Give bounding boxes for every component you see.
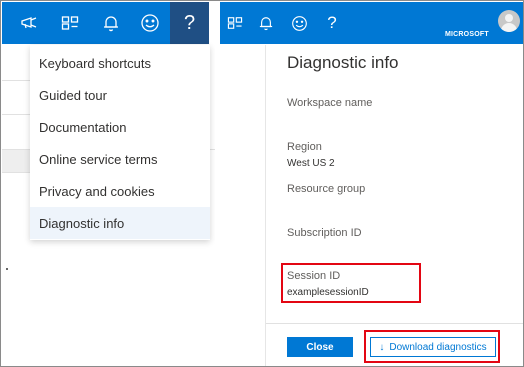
help-dropdown-menu: Keyboard shortcuts Guided tour Documenta… [30, 45, 210, 240]
avatar-head [505, 14, 513, 22]
menu-item-privacy-and-cookies[interactable]: Privacy and cookies [30, 175, 210, 207]
close-button[interactable]: Close [287, 337, 353, 357]
menu-item-online-service-terms[interactable]: Online service terms [30, 143, 210, 175]
download-diagnostics-button[interactable]: ↓ Download diagnostics [370, 337, 496, 357]
help-glyph: ? [183, 11, 196, 34]
cloud-shell-icon[interactable] [55, 2, 85, 44]
session-id-label: Session ID [287, 270, 341, 282]
menu-item-label: Documentation [39, 119, 127, 135]
feedback-smiley-icon[interactable] [286, 2, 312, 44]
menu-item-label: Privacy and cookies [39, 183, 155, 199]
workspace-name-label: Workspace name [287, 97, 373, 109]
menu-item-documentation[interactable]: Documentation [30, 111, 210, 143]
help-glyph: ? [327, 13, 337, 32]
menu-item-label: Guided tour [39, 87, 107, 103]
region-label: Region [287, 141, 322, 153]
menu-item-diagnostic-info[interactable]: Diagnostic info [30, 207, 210, 239]
feedback-smiley-icon[interactable] [133, 2, 167, 44]
help-icon[interactable]: ? [170, 2, 209, 44]
download-button-label: Download diagnostics [389, 341, 487, 353]
diagnostic-info-pane: Diagnostic info Workspace name Region We… [265, 45, 523, 366]
background-marker [6, 268, 8, 270]
row-divider [2, 172, 30, 173]
cloud-shell-icon[interactable] [222, 2, 248, 44]
subscription-id-label: Subscription ID [287, 227, 362, 239]
page-title: Diagnostic info [287, 53, 399, 72]
menu-item-label: Keyboard shortcuts [39, 55, 152, 71]
menu-item-guided-tour[interactable]: Guided tour [30, 79, 210, 111]
notifications-bell-icon[interactable] [254, 2, 278, 44]
help-icon[interactable]: ? [320, 2, 344, 44]
menu-item-keyboard-shortcuts[interactable]: Keyboard shortcuts [30, 47, 210, 79]
row-divider [2, 80, 30, 81]
avatar-body [501, 23, 517, 32]
portal-topbar: ? MICROSOFT [220, 2, 523, 44]
download-icon: ↓ [379, 341, 385, 353]
tenant-name: MICROSOFT [445, 31, 489, 38]
row-divider [2, 114, 30, 115]
screenshot-frame: ? Keyboard shortcuts Guided tour Documen… [0, 0, 524, 367]
resource-group-label: Resource group [287, 183, 366, 195]
avatar[interactable] [498, 10, 520, 32]
left-portal-view: ? Keyboard shortcuts Guided tour Documen… [2, 2, 215, 366]
right-portal-view: ? MICROSOFT Diagnostic info Workspace na… [220, 2, 523, 366]
region-value: West US 2 [287, 158, 335, 169]
session-id-value: examplesessionID [287, 287, 369, 298]
menu-item-label: Diagnostic info [39, 215, 125, 231]
footer-divider [266, 323, 523, 324]
menu-item-label: Online service terms [39, 151, 158, 167]
announcement-icon[interactable] [14, 2, 44, 44]
portal-topbar: ? [2, 2, 209, 44]
notifications-bell-icon[interactable] [96, 2, 126, 44]
